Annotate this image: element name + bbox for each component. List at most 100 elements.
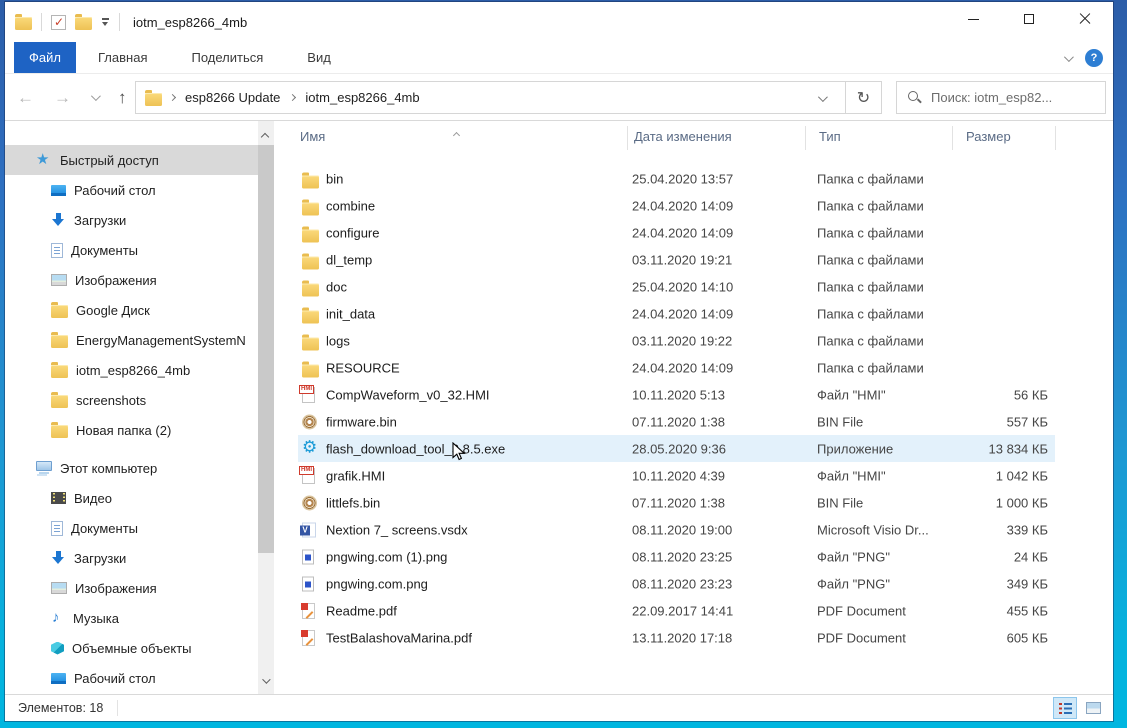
column-header-name[interactable]: Имя (300, 129, 325, 144)
file-name: dl_temp (326, 252, 372, 267)
tab-share[interactable]: Поделиться (169, 42, 285, 73)
table-row[interactable]: flash_download_tool_3.8.5.exe 28.05.2020 … (278, 435, 1113, 462)
tab-file[interactable]: Файл (14, 42, 76, 73)
search-box (896, 81, 1106, 114)
file-name: configure (326, 225, 379, 240)
table-row[interactable]: CompWaveform_v0_32.HMI10.11.2020 5:13Фай… (278, 381, 1113, 408)
table-row[interactable]: pngwing.com (1).png08.11.2020 23:25Файл … (278, 543, 1113, 570)
file-date: 28.05.2020 9:36 (632, 441, 726, 456)
up-button[interactable]: ↑ (118, 89, 127, 106)
address-bar[interactable]: esp8266 Update iotm_esp8266_4mb (135, 81, 882, 114)
folder-icon (302, 337, 319, 350)
sidebar-item[interactable]: Google Диск (5, 295, 258, 325)
pictures-icon (51, 582, 67, 594)
folder-icon (302, 202, 319, 215)
qat-customize-dropdown-icon[interactable] (101, 17, 110, 27)
table-row[interactable]: grafik.HMI10.11.2020 4:39Файл "HMI"1 042… (278, 462, 1113, 489)
table-row[interactable]: Nextion 7_ screens.vsdx08.11.2020 19:00M… (278, 516, 1113, 543)
folder-icon (51, 365, 68, 378)
sidebar-group[interactable]: Быстрый доступ (5, 145, 258, 175)
folder-icon (302, 364, 319, 377)
table-row[interactable]: Readme.pdf22.09.2017 14:41PDF Document45… (278, 597, 1113, 624)
collapse-ribbon-icon[interactable] (1064, 52, 1074, 62)
minimize-button[interactable] (945, 2, 1001, 36)
sidebar-item[interactable]: Рабочий стол (5, 175, 258, 205)
folder-icon (51, 305, 68, 318)
column-header-size[interactable]: Размер (966, 129, 1011, 144)
file-name: grafik.HMI (326, 468, 385, 483)
sidebar-item[interactable]: screenshots (5, 385, 258, 415)
ribbon-tabs: Файл Главная Поделиться Вид ? (5, 42, 1113, 74)
sidebar-item[interactable]: Изображения (5, 573, 258, 603)
scroll-up-icon[interactable] (262, 128, 268, 143)
pdf-icon (302, 630, 315, 646)
table-row[interactable]: combine24.04.2020 14:09Папка с файлами (278, 192, 1113, 219)
back-button[interactable]: ← (17, 89, 34, 106)
table-row[interactable]: pngwing.com.png08.11.2020 23:23Файл "PNG… (278, 570, 1113, 597)
sidebar-item[interactable]: Музыка (5, 603, 258, 633)
file-name: init_data (326, 306, 375, 321)
sidebar-item-label: Google Диск (76, 303, 150, 318)
sidebar-item[interactable]: iotm_esp8266_4mb (5, 355, 258, 385)
table-row[interactable]: littlefs.bin07.11.2020 1:38BIN File1 000… (278, 489, 1113, 516)
table-row[interactable]: doc25.04.2020 14:10Папка с файлами (278, 273, 1113, 300)
file-name: CompWaveform_v0_32.HMI (326, 387, 490, 402)
desktop-icon (51, 185, 66, 196)
sidebar-item[interactable]: Изображения (5, 265, 258, 295)
maximize-button[interactable] (1001, 2, 1057, 36)
main-area: Быстрый доступРабочий столЗагрузкиДокуме… (5, 121, 1113, 694)
sidebar-item[interactable]: Объемные объекты (5, 633, 258, 663)
chevron-right-icon[interactable] (169, 94, 176, 101)
file-list: Имя Дата изменения Тип Размер bin25.04.2… (278, 121, 1113, 694)
thumbnails-view-button[interactable] (1081, 697, 1105, 719)
sort-ascending-icon[interactable] (454, 126, 459, 141)
sidebar-item[interactable]: Новая папка (2) (5, 415, 258, 445)
breadcrumb-item[interactable]: iotm_esp8266_4mb (303, 90, 421, 105)
table-row[interactable]: TestBalashovaMarina.pdf13.11.2020 17:18P… (278, 624, 1113, 651)
sidebar-item[interactable]: Загрузки (5, 543, 258, 573)
file-type: Папка с файлами (817, 198, 924, 213)
close-button[interactable] (1057, 2, 1113, 36)
downloads-icon (51, 213, 66, 228)
sidebar-item[interactable]: EnergyManagementSystemN (5, 325, 258, 355)
scrollbar-thumb[interactable] (258, 145, 274, 553)
column-header-date[interactable]: Дата изменения (634, 129, 732, 144)
scroll-down-icon[interactable] (262, 672, 268, 687)
computer-icon (36, 461, 52, 471)
file-name: flash_download_tool_3.8.5.exe (326, 441, 505, 456)
file-date: 13.11.2020 17:18 (632, 630, 732, 645)
table-row[interactable]: bin25.04.2020 13:57Папка с файлами (278, 165, 1113, 192)
sidebar-item[interactable]: Рабочий стол (5, 663, 258, 693)
sidebar-item[interactable]: Документы (5, 235, 258, 265)
tab-view[interactable]: Вид (285, 42, 353, 73)
breadcrumb-item[interactable]: esp8266 Update (183, 90, 282, 105)
table-row[interactable]: dl_temp03.11.2020 19:21Папка с файлами (278, 246, 1113, 273)
table-row[interactable]: configure24.04.2020 14:09Папка с файлами (278, 219, 1113, 246)
help-button[interactable]: ? (1085, 49, 1103, 67)
sidebar-group-label: Быстрый доступ (60, 153, 159, 168)
details-view-button[interactable] (1053, 697, 1077, 719)
qat-new-folder-icon[interactable] (75, 17, 92, 30)
qat-properties-icon[interactable] (51, 15, 66, 30)
sidebar-item[interactable]: Документы (5, 513, 258, 543)
sidebar-item[interactable]: Загрузки (5, 205, 258, 235)
sidebar-item-label: Документы (71, 243, 138, 258)
file-name: Readme.pdf (326, 603, 397, 618)
sidebar-scrollbar[interactable] (258, 121, 274, 694)
file-name: RESOURCE (326, 360, 400, 375)
recent-locations-icon[interactable] (91, 91, 101, 101)
sidebar-item[interactable]: Видео (5, 483, 258, 513)
search-input[interactable] (931, 90, 1091, 105)
table-row[interactable]: RESOURCE24.04.2020 14:09Папка с файлами (278, 354, 1113, 381)
table-row[interactable]: logs03.11.2020 19:22Папка с файлами (278, 327, 1113, 354)
column-header-type[interactable]: Тип (819, 129, 841, 144)
table-row[interactable]: firmware.bin07.11.2020 1:38BIN File557 К… (278, 408, 1113, 435)
file-date: 07.11.2020 1:38 (632, 414, 725, 429)
video-icon (51, 492, 66, 504)
tab-home[interactable]: Главная (76, 42, 169, 73)
sidebar-group[interactable]: Этот компьютер (5, 453, 258, 483)
refresh-button[interactable] (845, 82, 881, 113)
forward-button[interactable]: → (54, 89, 71, 106)
table-row[interactable]: init_data24.04.2020 14:09Папка с файлами (278, 300, 1113, 327)
chevron-right-icon[interactable] (289, 94, 296, 101)
